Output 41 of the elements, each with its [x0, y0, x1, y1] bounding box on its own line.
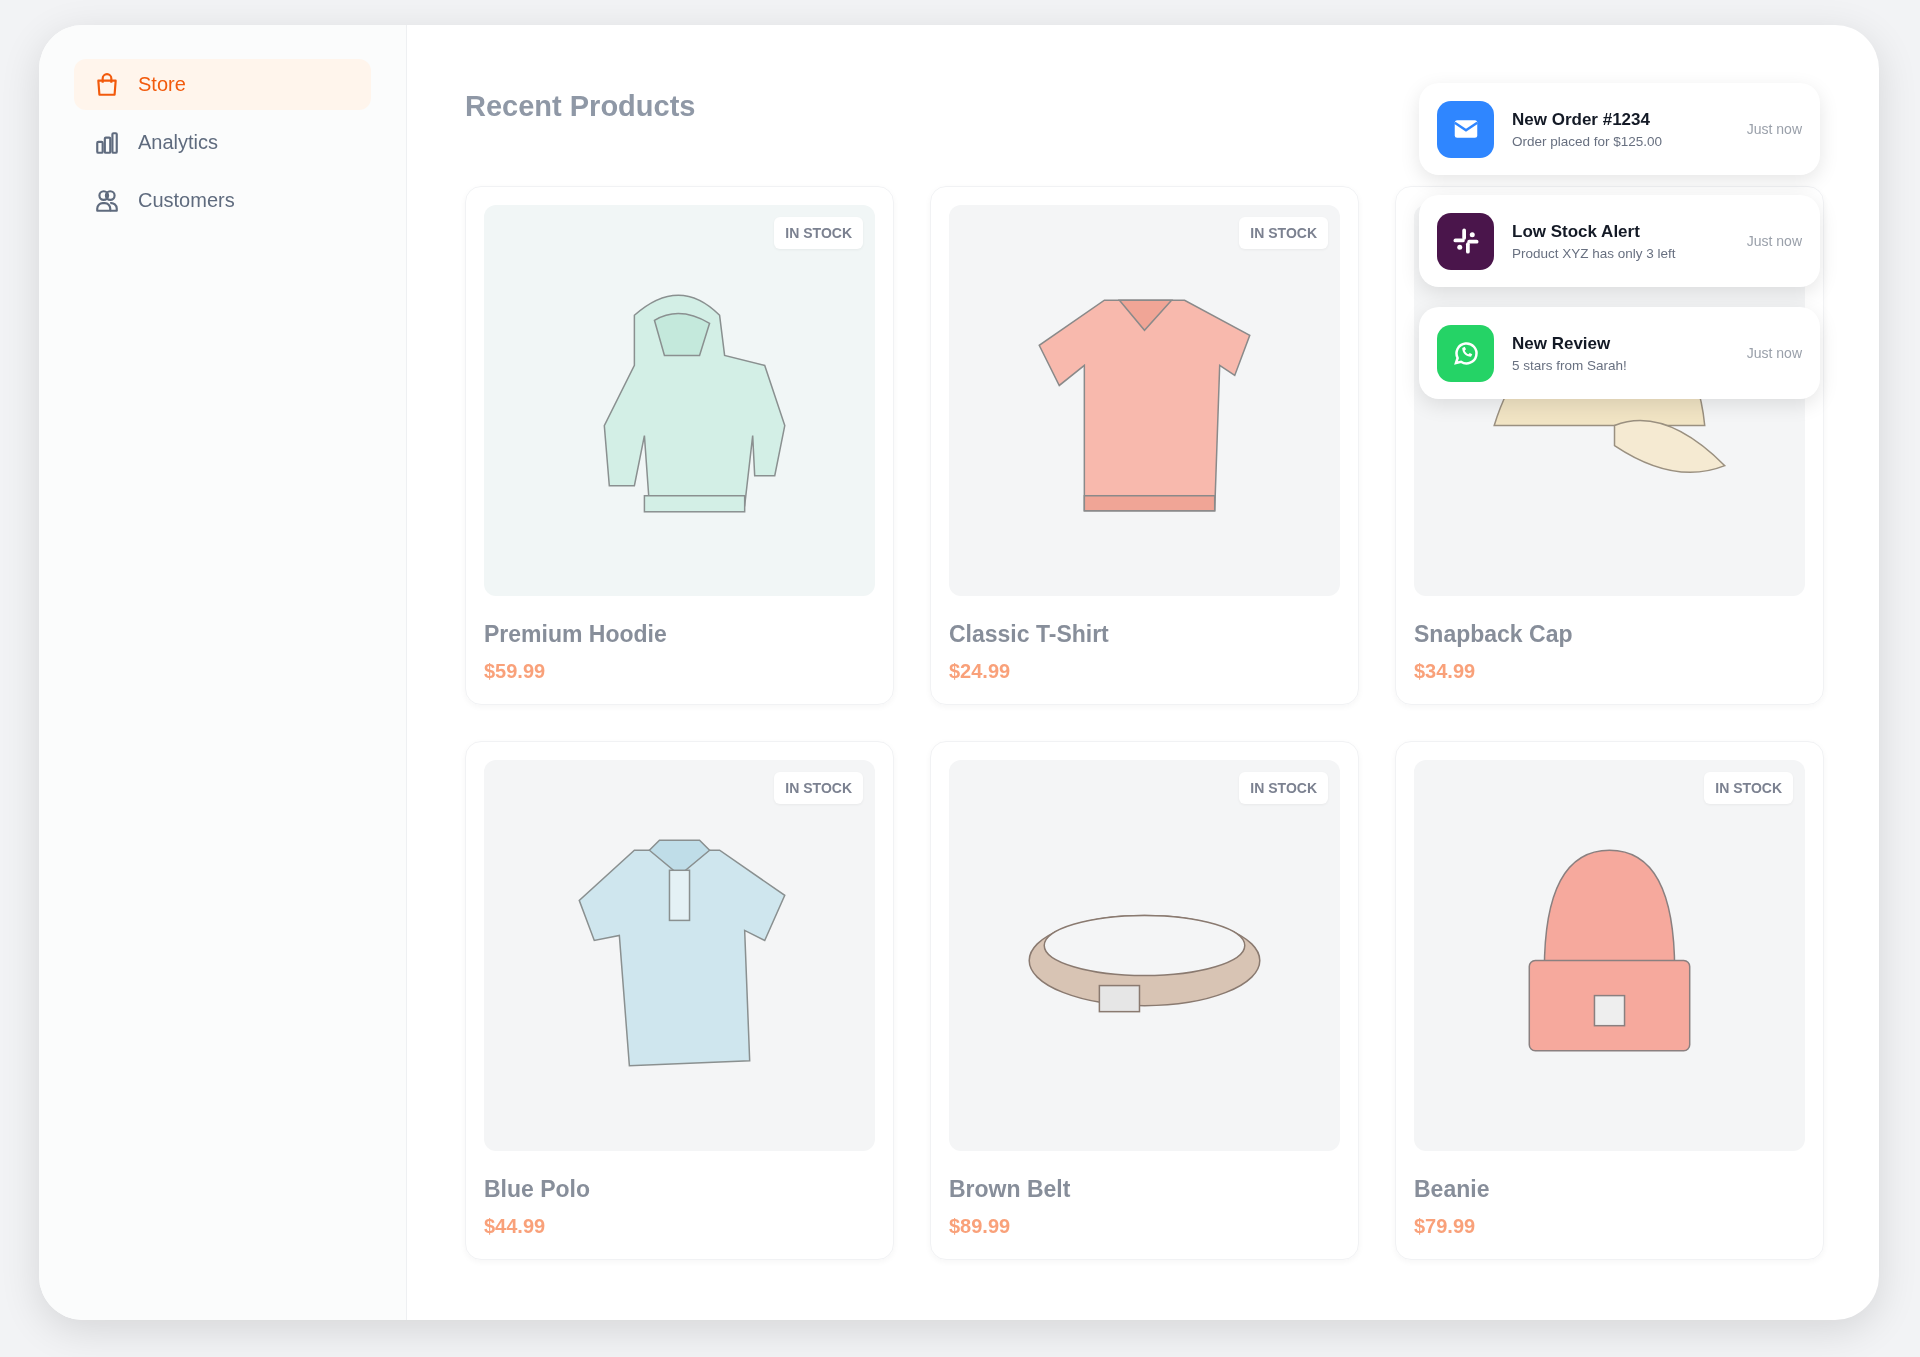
- stock-badge: IN STOCK: [1239, 772, 1328, 804]
- product-card[interactable]: IN STOCK Classic T-Shirt $24.99: [930, 186, 1359, 705]
- notification-title: New Order #1234: [1512, 109, 1651, 130]
- notification-title: New Review: [1512, 333, 1612, 354]
- notification-time: Just now: [1746, 233, 1802, 249]
- notification-time: Just now: [1746, 121, 1802, 137]
- product-price: $89.99: [949, 1215, 1012, 1238]
- shopping-bag-icon: [94, 71, 120, 98]
- product-price: $24.99: [949, 660, 1012, 683]
- product-price: $34.99: [1414, 660, 1477, 683]
- product-price: $79.99: [1414, 1215, 1477, 1238]
- product-name: Blue Polo: [484, 1176, 592, 1203]
- product-name: Beanie: [1414, 1176, 1491, 1203]
- product-name: Brown Belt: [949, 1176, 1072, 1203]
- product-card[interactable]: IN STOCK Brown Belt $89.99: [930, 741, 1359, 1260]
- sidebar-item[interactable]: Store: [74, 59, 371, 110]
- product-card[interactable]: IN STOCK Premium Hoodie $59.99: [465, 186, 894, 705]
- section-title: Recent Products: [465, 90, 696, 124]
- notification-message: Product XYZ has only 3 left: [1512, 245, 1677, 261]
- product-price: $44.99: [484, 1215, 547, 1238]
- sidebar-item[interactable]: Analytics: [74, 117, 371, 168]
- stock-badge: IN STOCK: [774, 772, 863, 804]
- notification-title: Low Stock Alert: [1512, 221, 1641, 242]
- product-card[interactable]: IN STOCK Beanie $79.99: [1395, 741, 1824, 1260]
- product-card[interactable]: IN STOCK Blue Polo $44.99: [465, 741, 894, 1260]
- notification-message: 5 stars from Sarah!: [1512, 357, 1628, 373]
- stock-badge: IN STOCK: [774, 217, 863, 249]
- product-name: Premium Hoodie: [484, 621, 668, 648]
- users-icon: [94, 187, 120, 214]
- sidebar-item[interactable]: Customers: [74, 175, 371, 226]
- bar-chart-icon: [94, 129, 120, 156]
- product-price: $59.99: [484, 660, 547, 683]
- notification-card[interactable]: Low Stock Alert Product XYZ has only 3 left Just now: [1419, 195, 1820, 287]
- stock-badge: IN STOCK: [1239, 217, 1328, 249]
- notification-card[interactable]: New Order #1234 Order placed for $125.00 Just now: [1419, 83, 1820, 175]
- notification-card[interactable]: New Review 5 stars from Sarah! Just now: [1419, 307, 1820, 399]
- product-name: Classic T-Shirt: [949, 621, 1110, 648]
- notification-message: Order placed for $125.00: [1512, 133, 1664, 149]
- product-name: Snapback Cap: [1414, 621, 1574, 648]
- notification-time: Just now: [1746, 345, 1802, 361]
- stock-badge: IN STOCK: [1704, 772, 1793, 804]
